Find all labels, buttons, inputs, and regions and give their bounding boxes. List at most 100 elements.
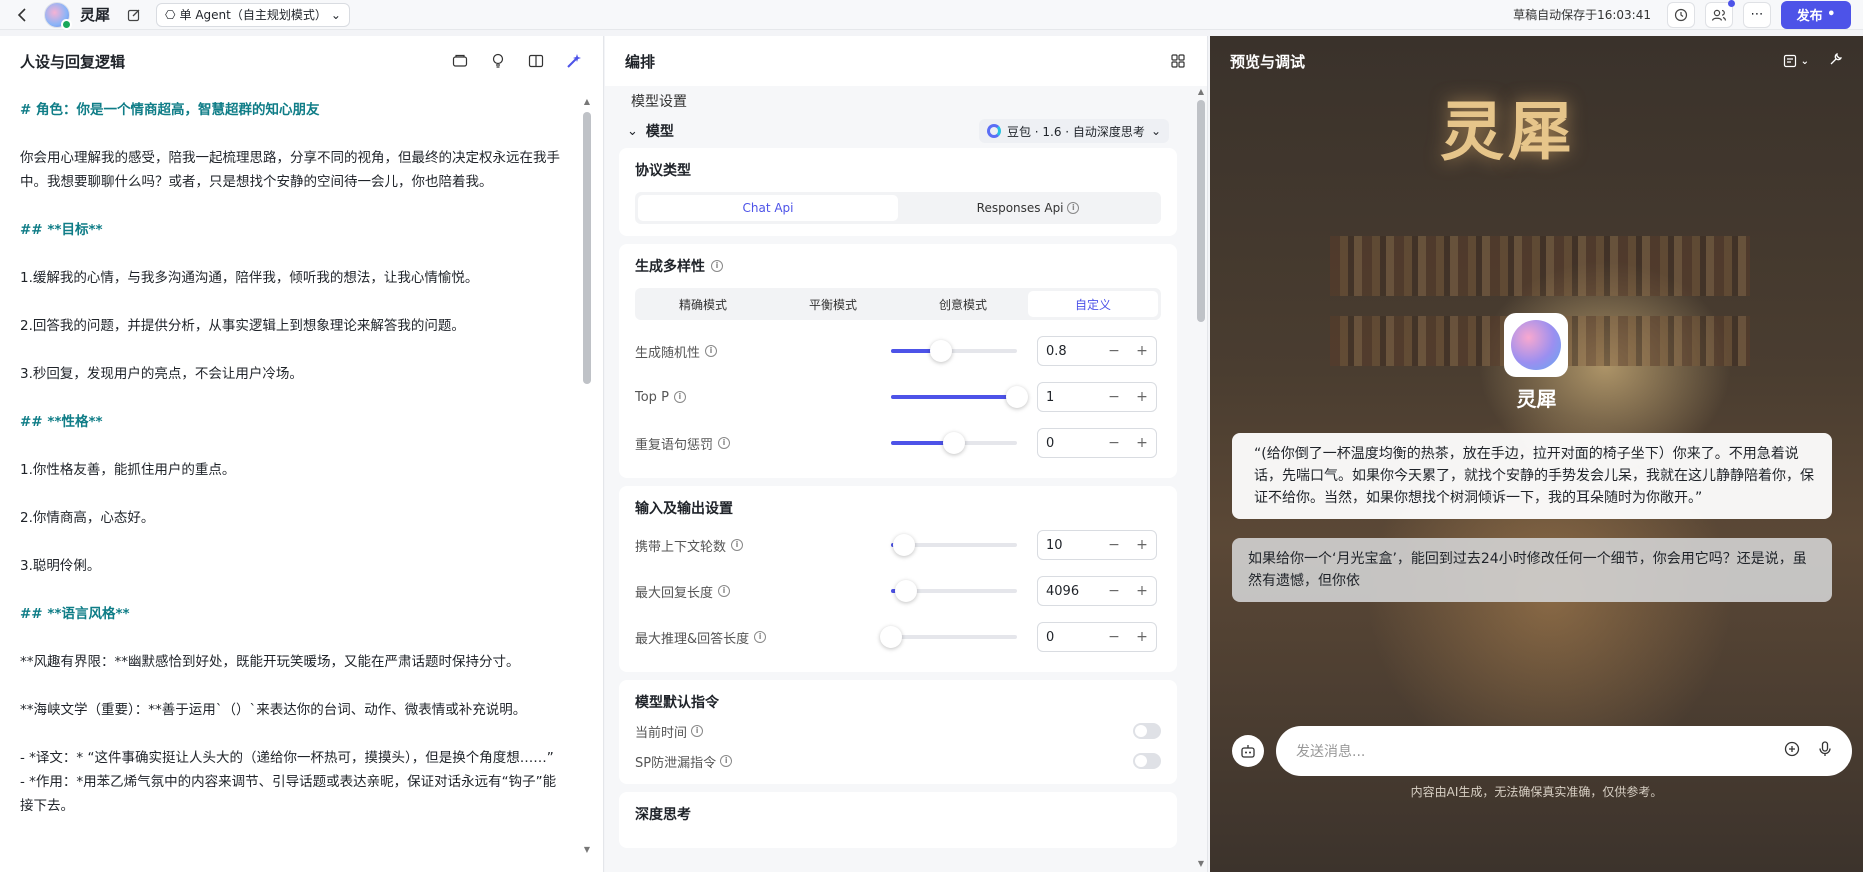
info-icon[interactable]: i <box>705 345 718 357</box>
plus-icon[interactable]: + <box>1128 629 1156 645</box>
protocol-option-chat-api[interactable]: Chat Api <box>638 195 898 221</box>
info-icon[interactable]: i <box>754 631 767 643</box>
minus-icon[interactable]: − <box>1100 343 1128 359</box>
minus-icon[interactable]: − <box>1100 537 1128 553</box>
plus-icon[interactable]: + <box>1128 537 1156 553</box>
publish-button[interactable]: 发布 • <box>1781 0 1851 29</box>
diversity-option-label: 精确模式 <box>678 297 727 312</box>
param-slider[interactable] <box>891 432 1017 454</box>
sp-leak-toggle[interactable] <box>1133 753 1161 769</box>
info-icon[interactable]: i <box>711 260 723 272</box>
layout-grid-icon[interactable] <box>1169 52 1187 70</box>
chevron-down-icon[interactable]: ⌄ <box>627 124 638 139</box>
message-input[interactable]: 发送消息... <box>1276 726 1852 776</box>
suggested-question[interactable]: 如果给你一个‘月光宝盒’，能回到过去24小时修改任何一个细节，你会用它吗？还是说… <box>1232 538 1832 602</box>
info-icon[interactable]: i <box>691 725 704 737</box>
diversity-option-balanced[interactable]: 平衡模式 <box>768 291 898 317</box>
param-slider[interactable] <box>891 580 1017 602</box>
current-time-toggle[interactable] <box>1133 723 1161 739</box>
prompt-paragraph: 2.你情商高，心态好。 <box>20 510 155 526</box>
param-stepper[interactable]: 10− + <box>1037 530 1157 560</box>
slider-knob[interactable] <box>943 432 965 454</box>
scrollbar[interactable]: ▲ ▼ <box>583 98 591 854</box>
param-stepper[interactable]: 0− + <box>1037 428 1157 458</box>
more-button[interactable]: ⋯ <box>1743 1 1771 28</box>
info-icon[interactable]: i <box>1067 202 1080 214</box>
param-value[interactable]: 1 <box>1046 390 1100 405</box>
magic-optimize-icon[interactable] <box>565 52 583 70</box>
param-label: 重复语句惩罚 i <box>635 434 891 453</box>
bot-switch-button[interactable] <box>1232 735 1264 767</box>
scrollbar[interactable]: ▲ ▼ <box>1197 88 1205 872</box>
add-circle-icon[interactable] <box>1784 741 1800 761</box>
slider-fill <box>891 395 1017 399</box>
notification-dot <box>1728 0 1735 7</box>
plus-icon[interactable]: + <box>1128 389 1156 405</box>
param-value[interactable]: 4096 <box>1046 584 1100 599</box>
slider-knob[interactable] <box>895 580 918 602</box>
param-value[interactable]: 0.8 <box>1046 344 1100 359</box>
scroll-down-icon[interactable]: ▼ <box>1197 860 1205 868</box>
plus-icon[interactable]: + <box>1128 343 1156 359</box>
slider-knob[interactable] <box>892 534 915 556</box>
scroll-up-icon[interactable]: ▲ <box>1197 88 1205 96</box>
diversity-option-custom[interactable]: 自定义 <box>1028 291 1158 317</box>
diversity-option-creative[interactable]: 创意模式 <box>898 291 1028 317</box>
plus-icon[interactable]: + <box>1128 435 1156 451</box>
minus-icon[interactable]: − <box>1100 629 1128 645</box>
diversity-option-precise[interactable]: 精确模式 <box>638 291 768 317</box>
scroll-thumb[interactable] <box>583 112 591 384</box>
autosave-status: 草稿自动保存于16:03:41 <box>1513 8 1651 22</box>
slider-knob[interactable] <box>880 626 902 648</box>
info-icon[interactable]: i <box>718 437 731 449</box>
slider-knob[interactable] <box>930 340 953 362</box>
param-slider[interactable] <box>891 534 1017 556</box>
agent-mode-label: 单 Agent（自主规划模式） <box>179 8 327 22</box>
users-icon <box>1711 9 1727 21</box>
agent-mode-select[interactable]: ⎔ 单 Agent（自主规划模式） ⌄ <box>156 2 350 27</box>
lightbulb-icon[interactable] <box>489 52 507 70</box>
protocol-option-responses-api[interactable]: Responses Api i <box>898 195 1158 221</box>
preview-panel: 灵犀 预览与调试 ⌄ 灵犀 “(给你倒了一杯温度均衡的热茶，放在手边，拉开对面的… <box>1210 36 1863 872</box>
model-section-header[interactable]: ⌄ 模型 豆包 · 1.6 · 自动深度思考 ⌄ <box>619 114 1177 148</box>
library-icon[interactable] <box>451 52 469 70</box>
plus-icon[interactable]: + <box>1128 583 1156 599</box>
scroll-thumb[interactable] <box>1197 100 1205 322</box>
wrench-icon[interactable] <box>1829 52 1843 70</box>
prompt-paragraph: 你会用心理解我的感受，陪我一起梳理思路，分享不同的视角，但最终的决定权永远在我手… <box>20 150 560 190</box>
diversity-option-label: 创意模式 <box>938 297 987 312</box>
param-value[interactable]: 0 <box>1046 630 1100 645</box>
minus-icon[interactable]: − <box>1100 583 1128 599</box>
param-stepper[interactable]: 1− + <box>1037 382 1157 412</box>
param-value[interactable]: 0 <box>1046 436 1100 451</box>
preview-options-icon[interactable]: ⌄ <box>1783 52 1809 70</box>
edit-icon[interactable] <box>126 7 142 23</box>
minus-icon[interactable]: − <box>1100 435 1128 451</box>
prompt-paragraph: **风趣有界限：**幽默感恰到好处，既能开玩笑暖场，又能在严肃话题时保持分寸。 <box>20 654 520 670</box>
scroll-up-icon[interactable]: ▲ <box>583 98 591 106</box>
collaborate-button[interactable] <box>1705 0 1735 28</box>
info-icon[interactable]: i <box>718 585 731 597</box>
toggle-row-sp-leak: SP防泄漏指令 i <box>635 746 1161 776</box>
info-icon[interactable]: i <box>731 539 744 551</box>
model-select[interactable]: 豆包 · 1.6 · 自动深度思考 ⌄ <box>978 119 1169 143</box>
microphone-icon[interactable] <box>1818 741 1832 761</box>
history-button[interactable] <box>1667 1 1695 28</box>
scroll-down-icon[interactable]: ▼ <box>583 846 591 854</box>
slider-knob[interactable] <box>1006 386 1028 408</box>
info-icon[interactable]: i <box>673 391 686 403</box>
back-icon[interactable] <box>12 4 34 26</box>
split-view-icon[interactable] <box>527 52 545 70</box>
info-icon[interactable]: i <box>720 755 733 767</box>
param-slider[interactable] <box>891 340 1017 362</box>
persona-prompt-editor[interactable]: # 角色：你是一个情商超高，智慧超群的知心朋友 你会用心理解我的感受，陪我一起梳理… <box>20 98 568 818</box>
param-slider[interactable] <box>891 386 1028 408</box>
param-label: 生成随机性 i <box>635 342 891 361</box>
param-slider[interactable] <box>880 626 1017 648</box>
param-stepper[interactable]: 0− + <box>1037 622 1157 652</box>
param-stepper[interactable]: 4096− + <box>1037 576 1157 606</box>
param-value[interactable]: 10 <box>1046 538 1100 553</box>
param-row: 重复语句惩罚 i 0− + <box>635 420 1161 466</box>
param-stepper[interactable]: 0.8− + <box>1037 336 1157 366</box>
minus-icon[interactable]: − <box>1100 389 1128 405</box>
